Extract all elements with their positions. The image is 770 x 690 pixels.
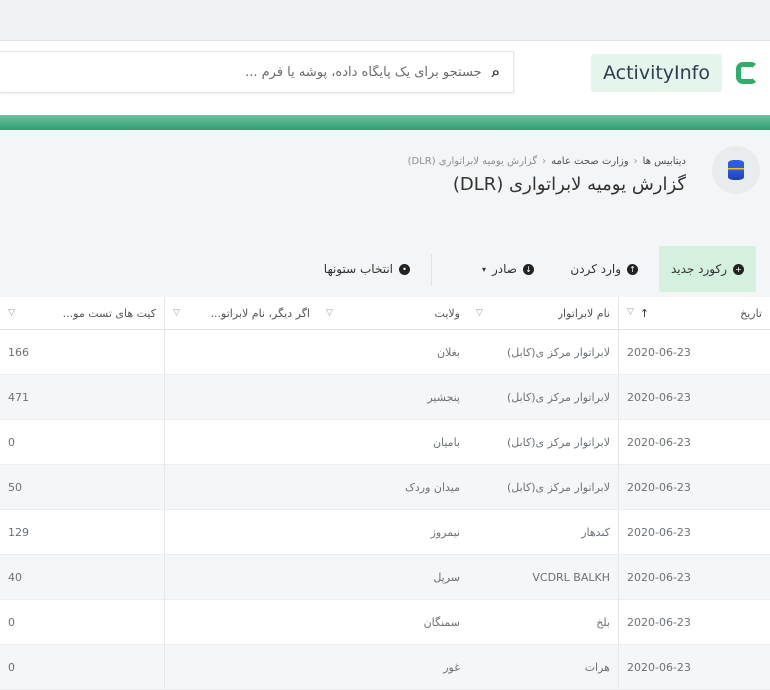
chevron-left-icon: ‹ — [542, 156, 547, 167]
breadcrumb-ministry[interactable]: وزارت صحت عامه — [551, 156, 629, 167]
cell-other-lab — [164, 465, 318, 509]
cell-other-lab — [164, 510, 318, 554]
cell-province: بغلان — [436, 345, 460, 359]
column-header-province[interactable]: ولایت ▽ — [318, 297, 468, 329]
toolbar: + رکورد جدید ↑ وارد کردن ↓ صادر ▾ • انتخ… — [0, 246, 770, 294]
choose-columns-label: انتخاب ستونها — [323, 262, 393, 276]
app-header: ActivityInfo ⌕ — [0, 41, 770, 115]
import-button[interactable]: ↑ وارد کردن — [570, 246, 638, 292]
filter-icon[interactable]: ▽ — [8, 308, 15, 318]
column-header-label: کیت های تست مو... — [62, 306, 156, 320]
caret-down-icon: ▾ — [482, 264, 487, 274]
columns-icon: • — [399, 263, 410, 275]
column-header-other-lab[interactable]: اگر دیگر، نام لابراتو... ▽ — [164, 297, 318, 329]
table-row[interactable]: 2020-06-23 هرات غور 0 — [0, 645, 770, 690]
cell-other-lab — [164, 555, 318, 599]
page-header: دیتابیس ها ‹ وزارت صحت عامه ‹ گزارش یومیه لا… — [0, 130, 770, 230]
breadcrumb-databases[interactable]: دیتابیس ها — [643, 156, 686, 167]
breadcrumb-current: گزارش یومیه لابراتواری (DLR) — [407, 156, 538, 167]
table-row[interactable]: 2020-06-23 بلخ سمنگان 0 — [0, 600, 770, 645]
filter-icon[interactable]: ▽ — [627, 307, 634, 320]
cell-other-lab — [164, 330, 318, 374]
cell-date: 2020-06-23 — [618, 420, 770, 464]
cell-date: 2020-06-23 — [618, 510, 770, 554]
filter-icon[interactable]: ▽ — [173, 308, 180, 318]
cell-test-kits: 40 — [8, 570, 22, 584]
cell-test-kits: 166 — [8, 345, 29, 359]
cell-test-kits: 0 — [8, 435, 15, 449]
export-button[interactable]: ↓ صادر ▾ — [482, 246, 534, 292]
cell-other-lab — [164, 600, 318, 644]
import-label: وارد کردن — [570, 262, 621, 276]
new-record-label: رکورد جدید — [670, 262, 727, 276]
new-record-button[interactable]: + رکورد جدید — [658, 246, 756, 292]
cell-other-lab — [164, 645, 318, 689]
table-row[interactable]: 2020-06-23 لابراتوار مرکز ی(کابل) بامیان… — [0, 420, 770, 465]
cell-lab-name: کندهار — [581, 525, 610, 539]
choose-columns-button[interactable]: • انتخاب ستونها — [324, 246, 410, 292]
cell-lab-name: لابراتوار مرکز ی(کابل) — [506, 435, 610, 449]
column-header-label: نام لابراتوار — [557, 306, 610, 320]
cell-province: غور — [443, 660, 460, 674]
records-table: تاریخ ↑ ▽ نام لابراتوار ▽ ولایت ▽ اگر دیگ… — [0, 297, 770, 690]
cell-province: سرپل — [433, 570, 460, 584]
cell-other-lab — [164, 420, 318, 464]
activityinfo-logo-icon — [736, 62, 758, 84]
cell-test-kits: 471 — [8, 390, 29, 404]
search-input[interactable] — [79, 63, 484, 81]
cell-date: 2020-06-23 — [618, 330, 770, 374]
plus-circle-icon: + — [733, 263, 744, 275]
cell-lab-name: هرات — [584, 660, 610, 674]
table-row[interactable]: 2020-06-23 کندهار نیمروز 129 — [0, 510, 770, 555]
cell-lab-name: لابراتوار مرکز ی(کابل) — [506, 480, 610, 494]
cell-date: 2020-06-23 — [618, 645, 770, 689]
table-header-row: تاریخ ↑ ▽ نام لابراتوار ▽ ولایت ▽ اگر دیگ… — [0, 297, 770, 330]
column-header-lab-name[interactable]: نام لابراتوار ▽ — [468, 297, 618, 329]
cell-province: پنجشیر — [427, 390, 460, 404]
filter-icon[interactable]: ▽ — [326, 308, 333, 318]
page-title: گزارش یومیه لابراتواری (DLR) — [452, 174, 686, 195]
search-icon: ⌕ — [491, 63, 500, 81]
cell-date: 2020-06-23 — [618, 375, 770, 419]
column-header-label: اگر دیگر، نام لابراتو... — [210, 306, 310, 320]
table-row[interactable]: 2020-06-23 لابراتوار مرکز ی(کابل) میدان … — [0, 465, 770, 510]
app-name: ActivityInfo — [590, 54, 722, 92]
cell-lab-name: بلخ — [596, 615, 610, 629]
cell-lab-name: لابراتوار مرکز ی(کابل) — [506, 390, 610, 404]
toolbar-divider — [431, 254, 432, 286]
search-box[interactable]: ⌕ — [0, 51, 514, 93]
import-icon: ↑ — [627, 263, 638, 275]
sort-ascending-icon[interactable]: ↑ — [640, 307, 649, 320]
cell-test-kits: 0 — [8, 660, 15, 674]
cell-lab-name: لابراتوار مرکز ی(کابل) — [506, 345, 610, 359]
cell-lab-name: VCDRL BALKH — [532, 570, 610, 584]
app-logo[interactable]: ActivityInfo — [590, 54, 758, 92]
cell-date: 2020-06-23 — [618, 600, 770, 644]
cell-province: میدان وردک — [405, 480, 460, 494]
column-header-label: تاریخ — [740, 306, 762, 320]
cell-test-kits: 0 — [8, 615, 15, 629]
cell-other-lab — [164, 375, 318, 419]
export-label: صادر — [492, 262, 517, 276]
column-header-label: ولایت — [434, 306, 460, 320]
filter-icon[interactable]: ▽ — [476, 308, 483, 318]
chevron-left-icon: ‹ — [633, 156, 638, 167]
table-row[interactable]: 2020-06-23 لابراتوار مرکز ی(کابل) پنجشیر… — [0, 375, 770, 420]
cell-date: 2020-06-23 — [618, 465, 770, 509]
table-row[interactable]: 2020-06-23 VCDRL BALKH سرپل 40 — [0, 555, 770, 600]
export-icon: ↓ — [523, 263, 534, 275]
cell-province: نیمروز — [430, 525, 460, 539]
top-strip — [0, 0, 770, 41]
cell-test-kits: 50 — [8, 480, 22, 494]
database-icon — [712, 146, 760, 194]
cell-province: بامیان — [432, 435, 460, 449]
cell-date: 2020-06-23 — [618, 555, 770, 599]
cell-province: سمنگان — [423, 615, 460, 629]
header-accent-bar — [0, 115, 770, 130]
column-header-test-kits[interactable]: کیت های تست مو... ▽ — [0, 297, 164, 329]
column-header-date[interactable]: تاریخ ↑ ▽ — [618, 297, 770, 329]
cell-test-kits: 129 — [8, 525, 29, 539]
breadcrumb: دیتابیس ها ‹ وزارت صحت عامه ‹ گزارش یومیه لا… — [408, 156, 686, 167]
table-row[interactable]: 2020-06-23 لابراتوار مرکز ی(کابل) بغلان … — [0, 330, 770, 375]
